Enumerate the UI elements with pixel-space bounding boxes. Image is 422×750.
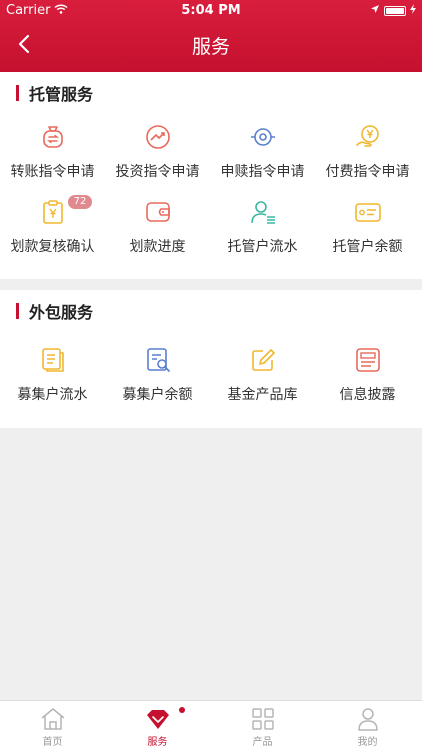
collection-flow-icon [42,348,64,372]
grid-icon [252,708,274,730]
status-time: 5:04 PM [181,3,241,18]
item-label: 募集户余额 [122,387,193,403]
section-header: 托管服务 [16,80,93,106]
custody-flow-item[interactable]: 托管户流水 [210,199,315,269]
item-label: 申赎指令申请 [220,164,305,180]
notification-badge: 72 [68,195,92,209]
fund-review-item[interactable]: 72 划款复核确认 [0,195,105,269]
app-header: Carrier 5:04 PM 服务 [0,0,422,72]
nav-bar: 服务 [0,22,422,66]
item-label: 托管户余额 [332,239,403,255]
fund-library-icon [252,349,275,371]
location-arrow-icon [370,3,380,18]
balance-card-icon [355,203,381,222]
disclosure-item[interactable]: 信息披露 [315,347,420,417]
item-label: 托管户流水 [227,239,298,255]
invest-trend-icon [146,125,170,149]
tab-label: 我的 [357,737,378,748]
tab-label: 首页 [42,737,63,748]
fund-library-item[interactable]: 基金产品库 [210,347,315,417]
payment-order-item[interactable]: 付费指令申请 [315,124,420,194]
outsourcing-services-section: 外包服务 募集户流水 募集户余额 基金产品库 信息披露 [0,290,422,428]
item-label: 投资指令申请 [115,164,200,180]
profile-icon [358,708,378,731]
transfer-icon [43,126,63,148]
wallet-icon [146,202,170,222]
notification-dot [179,707,185,713]
invest-order-item[interactable]: 投资指令申请 [105,124,210,194]
tab-label: 服务 [147,737,168,748]
item-label: 划款进度 [129,239,186,255]
section-title: 外包服务 [29,303,94,322]
service-diamond-icon [147,710,169,729]
section-accent-bar [16,303,19,319]
tab-mine[interactable]: 我的 [315,701,420,750]
disclosure-icon [356,348,380,372]
redemption-icon [251,128,275,146]
tab-service[interactable]: 服务 [105,701,210,750]
account-flow-icon [251,201,275,224]
bottom-tab-bar: 首页 服务 产品 我的 [0,700,422,750]
fund-review-icon [43,200,63,224]
transfer-order-item[interactable]: 转账指令申请 [0,124,105,194]
home-icon [41,708,65,730]
collection-balance-icon [147,348,170,372]
fund-progress-item[interactable]: 划款进度 [105,199,210,269]
item-label: 信息披露 [339,387,396,403]
charging-icon [410,3,416,18]
item-label: 基金产品库 [227,387,298,403]
status-bar: Carrier 5:04 PM [0,0,422,22]
tab-products[interactable]: 产品 [210,701,315,750]
item-label: 募集户流水 [17,387,88,403]
item-label: 划款复核确认 [10,239,95,255]
page-title: 服务 [191,36,230,58]
collection-balance-item[interactable]: 募集户余额 [105,347,210,417]
section-accent-bar [16,85,19,101]
redemption-order-item[interactable]: 申赎指令申请 [210,124,315,194]
section-header: 外包服务 [16,298,93,324]
status-right [370,3,416,18]
item-label: 付费指令申请 [325,164,410,180]
item-label: 转账指令申请 [10,164,95,180]
custody-services-section: 托管服务 转账指令申请 投资指令申请 申赎指令申请 付费指令申请 72 划款复核… [0,72,422,279]
custody-balance-item[interactable]: 托管户余额 [315,199,420,269]
section-title: 托管服务 [29,85,94,104]
payment-icon [356,125,379,147]
tab-label: 产品 [252,737,273,748]
tab-home[interactable]: 首页 [0,701,105,750]
collection-flow-item[interactable]: 募集户流水 [0,347,105,417]
battery-icon [384,5,406,16]
